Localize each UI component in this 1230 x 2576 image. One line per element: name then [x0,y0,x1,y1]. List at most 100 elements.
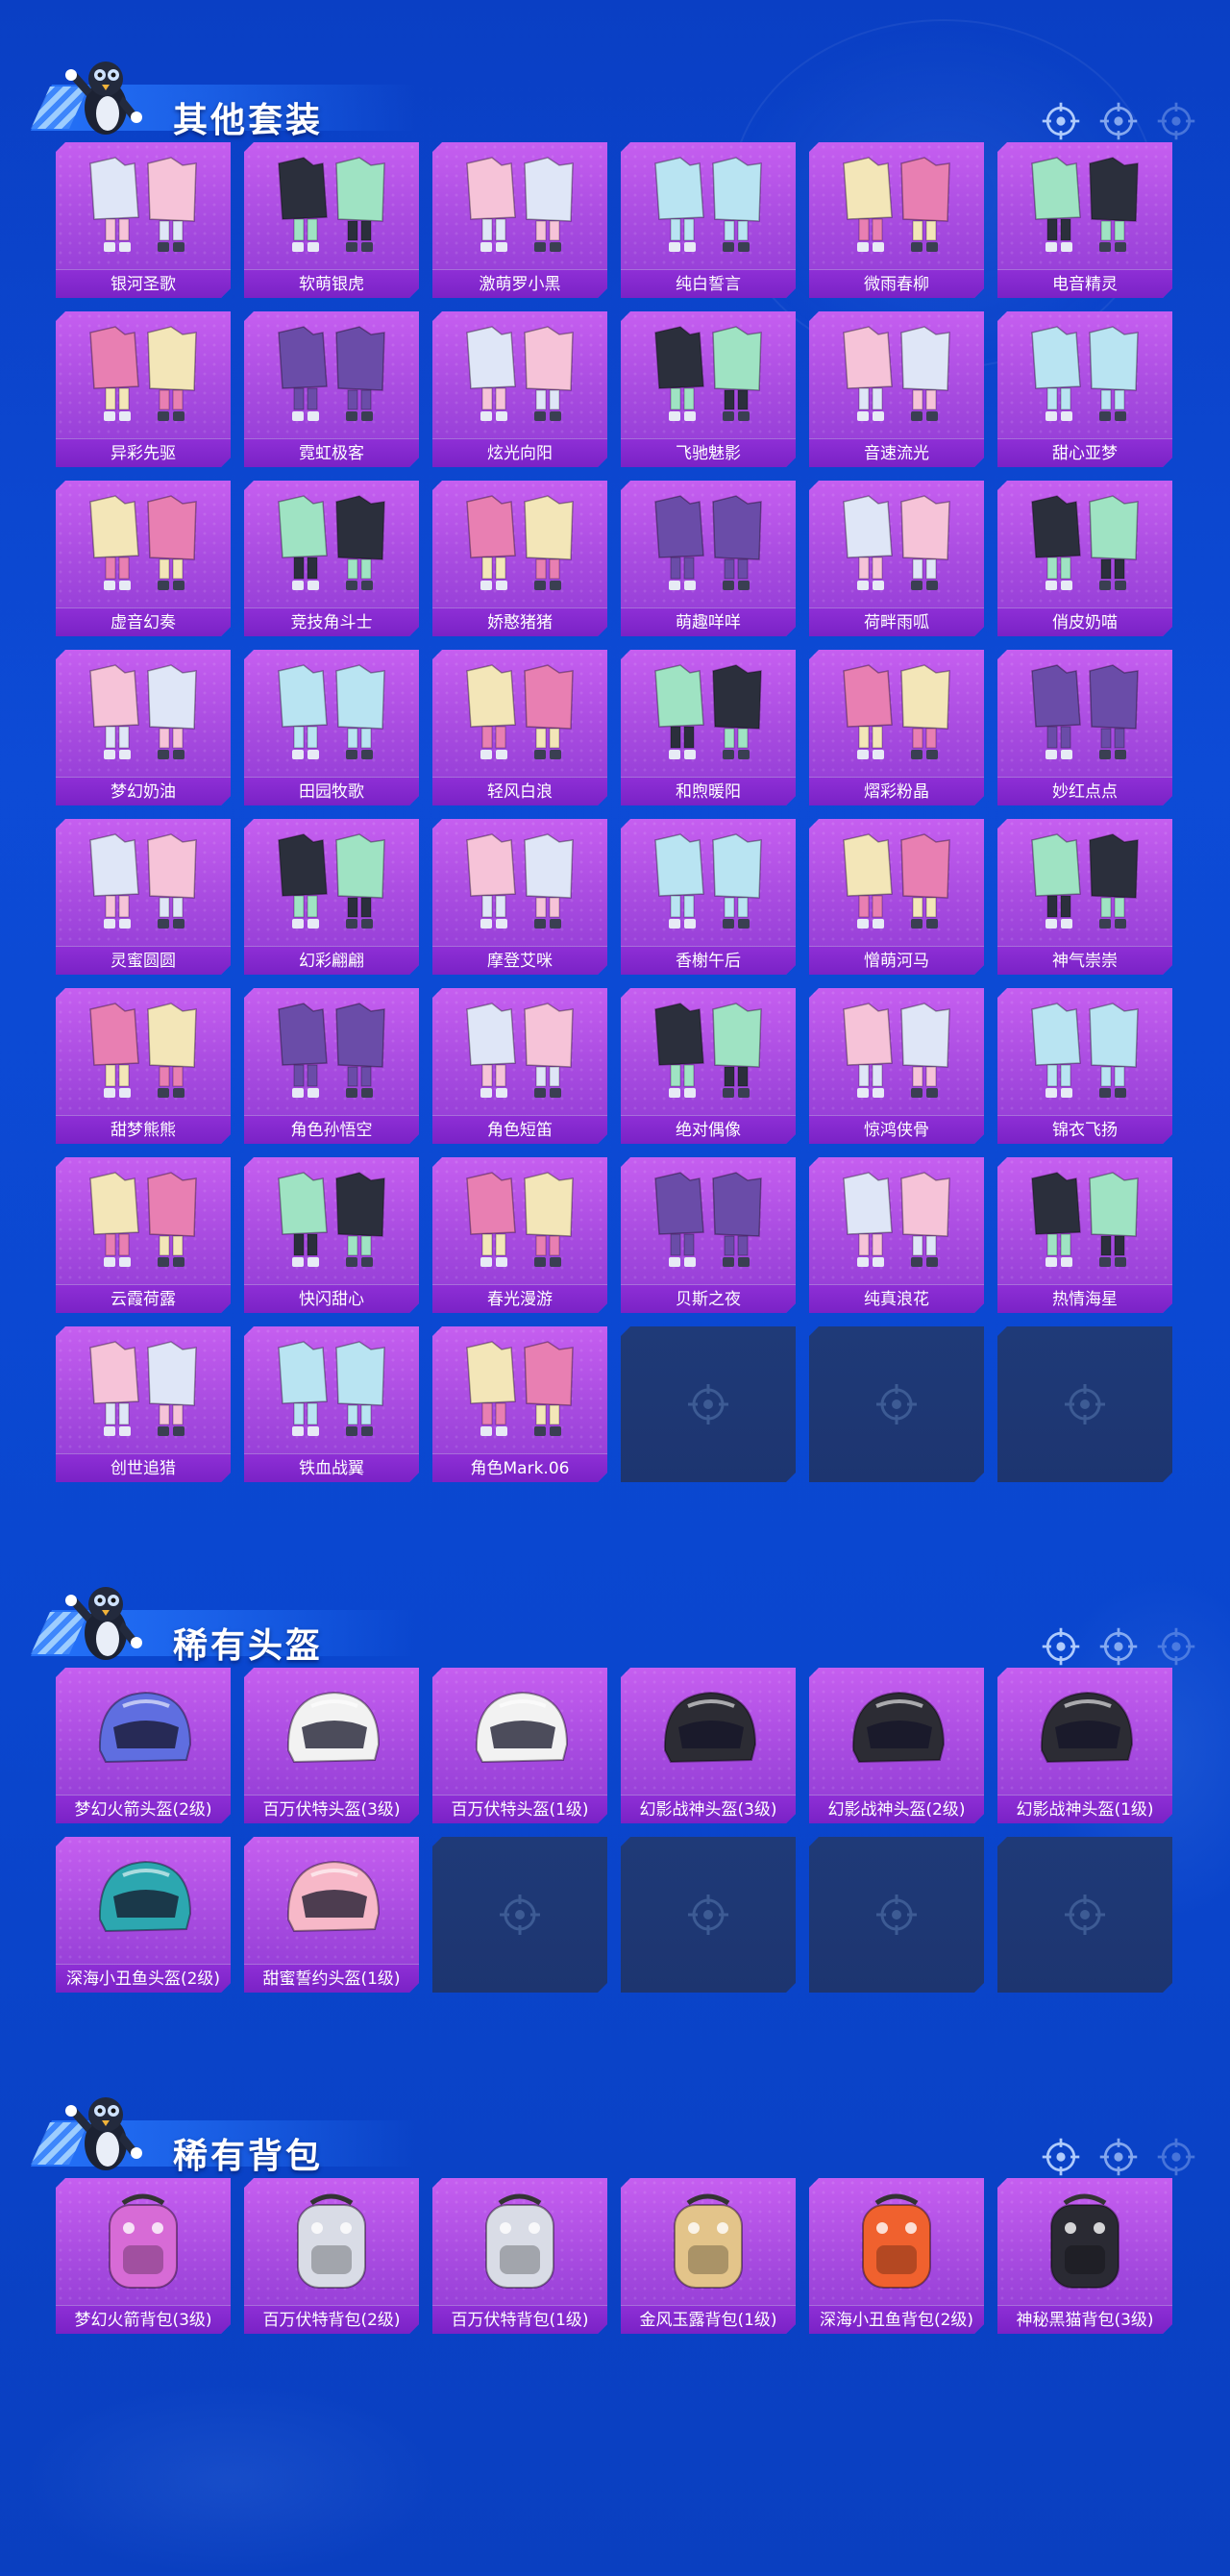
item-card[interactable]: 绝对偶像 [621,988,796,1144]
item-card[interactable]: 霓虹极客 [244,311,419,467]
item-card[interactable]: 纯白誓言 [621,142,796,298]
item-card[interactable]: 神气崇崇 [997,819,1172,975]
item-image [621,650,796,775]
item-card[interactable]: 妙红点点 [997,650,1172,805]
item-name: 荷畔雨呱 [809,607,984,636]
item-image [809,311,984,436]
item-card[interactable]: 幻彩翩翩 [244,819,419,975]
item-name: 幻彩翩翩 [244,946,419,975]
item-card[interactable]: 田园牧歌 [244,650,419,805]
item-card[interactable]: 炫光向阳 [432,311,607,467]
item-card[interactable]: 和煦暖阳 [621,650,796,805]
item-card[interactable]: 飞驰魅影 [621,311,796,467]
item-card[interactable]: 百万伏特头盔(3级) [244,1668,419,1823]
empty-slot [809,1326,984,1482]
item-card[interactable]: 萌趣咩咩 [621,481,796,636]
item-name: 百万伏特头盔(1级) [432,1795,607,1823]
item-card[interactable]: 激萌罗小黑 [432,142,607,298]
item-name: 快闪甜心 [244,1284,419,1313]
item-card[interactable]: 热情海星 [997,1157,1172,1313]
item-name: 百万伏特背包(1级) [432,2305,607,2334]
item-name: 异彩先驱 [56,438,231,467]
item-image [244,1326,419,1451]
item-card[interactable]: 摩登艾咪 [432,819,607,975]
item-card[interactable]: 铁血战翼 [244,1326,419,1482]
item-image [244,142,419,267]
item-name: 角色Mark.06 [432,1453,607,1482]
item-card[interactable]: 灵蜜圆圆 [56,819,231,975]
item-card[interactable]: 深海小丑鱼背包(2级) [809,2178,984,2334]
item-card[interactable]: 微雨春柳 [809,142,984,298]
item-image [997,2178,1172,2303]
item-card[interactable]: 百万伏特背包(1级) [432,2178,607,2334]
item-card[interactable]: 甜梦熊熊 [56,988,231,1144]
crosshair-icon [1040,2136,1082,2178]
item-card[interactable]: 梦幻奶油 [56,650,231,805]
item-card[interactable]: 创世追猎 [56,1326,231,1482]
item-card[interactable]: 惊鸿侠骨 [809,988,984,1144]
item-image [432,1326,607,1451]
crosshair-icon [1062,1381,1108,1427]
item-card[interactable]: 金风玉露背包(1级) [621,2178,796,2334]
item-image [432,819,607,944]
item-card[interactable]: 异彩先驱 [56,311,231,467]
item-card[interactable]: 银河圣歌 [56,142,231,298]
item-image [56,311,231,436]
item-image [621,988,796,1113]
item-card[interactable]: 幻影战神头盔(1级) [997,1668,1172,1823]
item-card[interactable]: 梦幻火箭头盔(2级) [56,1668,231,1823]
item-name: 幻影战神头盔(1级) [997,1795,1172,1823]
item-card[interactable]: 虚音幻奏 [56,481,231,636]
item-name: 微雨春柳 [809,269,984,298]
item-name: 绝对偶像 [621,1115,796,1144]
item-name: 甜心亚梦 [997,438,1172,467]
item-card[interactable]: 百万伏特背包(2级) [244,2178,419,2334]
item-card[interactable]: 梦幻火箭背包(3级) [56,2178,231,2334]
item-card[interactable]: 甜蜜誓约头盔(1级) [244,1837,419,1993]
item-card[interactable]: 贝斯之夜 [621,1157,796,1313]
item-name: 飞驰魅影 [621,438,796,467]
item-card[interactable]: 娇憨猪猪 [432,481,607,636]
item-card[interactable]: 锦衣飞扬 [997,988,1172,1144]
item-image [56,988,231,1113]
item-card[interactable]: 幻影战神头盔(2级) [809,1668,984,1823]
item-card[interactable]: 俏皮奶喵 [997,481,1172,636]
item-image [621,1668,796,1793]
item-name: 角色短笛 [432,1115,607,1144]
item-card[interactable]: 春光漫游 [432,1157,607,1313]
item-image [621,819,796,944]
item-card[interactable]: 甜心亚梦 [997,311,1172,467]
item-card[interactable]: 软萌银虎 [244,142,419,298]
item-card[interactable]: 纯真浪花 [809,1157,984,1313]
item-image [244,311,419,436]
item-card[interactable]: 快闪甜心 [244,1157,419,1313]
item-card[interactable]: 幻影战神头盔(3级) [621,1668,796,1823]
item-card[interactable]: 轻风白浪 [432,650,607,805]
item-image [809,1157,984,1282]
crosshair-icon [685,1381,731,1427]
empty-slot [997,1326,1172,1482]
item-card[interactable]: 熠彩粉晶 [809,650,984,805]
item-card[interactable]: 憎萌河马 [809,819,984,975]
item-image [809,481,984,606]
background-decoration [19,2384,442,2576]
item-image [56,481,231,606]
item-name: 金风玉露背包(1级) [621,2305,796,2334]
item-name: 纯白誓言 [621,269,796,298]
item-card[interactable]: 角色孙悟空 [244,988,419,1144]
item-card[interactable]: 云霞荷露 [56,1157,231,1313]
item-card[interactable]: 荷畔雨呱 [809,481,984,636]
item-grid: 梦幻火箭背包(3级) 百万伏特背包(2级) 百万伏特背包(1级) 金风玉露背包(1级)… [56,2178,1172,2334]
item-image [432,1668,607,1793]
item-card[interactable]: 角色短笛 [432,988,607,1144]
item-card[interactable]: 竞技角斗士 [244,481,419,636]
item-image [244,481,419,606]
item-name: 妙红点点 [997,777,1172,805]
item-card[interactable]: 电音精灵 [997,142,1172,298]
item-card[interactable]: 神秘黑猫背包(3级) [997,2178,1172,2334]
item-card[interactable]: 音速流光 [809,311,984,467]
item-card[interactable]: 香榭午后 [621,819,796,975]
item-card[interactable]: 角色Mark.06 [432,1326,607,1482]
item-card[interactable]: 深海小丑鱼头盔(2级) [56,1837,231,1993]
item-card[interactable]: 百万伏特头盔(1级) [432,1668,607,1823]
